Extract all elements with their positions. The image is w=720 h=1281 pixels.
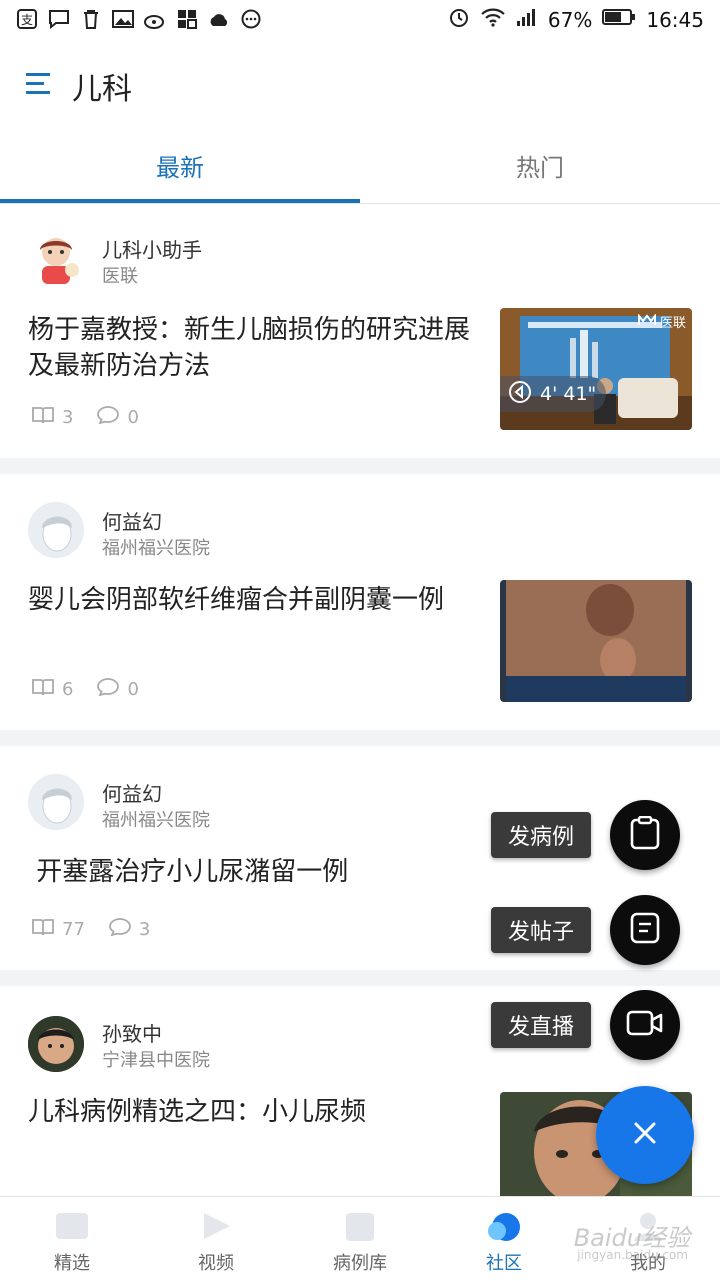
post-title[interactable]: 婴儿会阴部软纤维瘤合并副阴囊一例 <box>28 582 488 618</box>
post-stats: 3 0 <box>32 406 155 429</box>
menu-icon[interactable] <box>26 72 52 96</box>
book-icon <box>32 406 54 429</box>
post-thumbnail[interactable] <box>500 580 692 702</box>
avatar <box>28 774 84 830</box>
card-separator <box>0 730 720 746</box>
video-camera-icon <box>626 1009 664 1041</box>
status-indicators: 67% 16:45 <box>448 6 704 33</box>
author-name[interactable]: 孙致中 <box>102 1018 162 1047</box>
author-name[interactable]: 何益幻 <box>102 778 162 807</box>
video-thumbnail[interactable]: 医联 4' 41" <box>500 308 692 430</box>
post-stats: 77 3 <box>32 918 166 941</box>
clock-time: 16:45 <box>646 7 704 32</box>
tab-indicator <box>0 199 360 203</box>
comment-count: 0 <box>97 406 139 429</box>
message-icon <box>48 8 70 30</box>
create-case-button[interactable] <box>610 800 680 870</box>
thumb-brand: 医联 <box>637 312 686 331</box>
create-live-button[interactable] <box>610 990 680 1060</box>
post-card[interactable]: 儿科小助手 医联 杨于嘉教授：新生儿脑损伤的研究进展及最新防治方法 3 0 医联 <box>0 204 720 458</box>
read-count: 77 <box>32 918 85 941</box>
comment-icon <box>109 918 131 941</box>
book-icon <box>32 678 54 701</box>
post-stats: 6 0 <box>32 678 155 701</box>
read-count: 6 <box>32 678 73 701</box>
author-name[interactable]: 儿科小助手 <box>102 234 202 263</box>
comment-icon <box>97 678 120 701</box>
play-icon <box>508 380 532 409</box>
cloud-icon <box>208 8 230 30</box>
alipay-icon: 支 <box>16 8 38 30</box>
post-title[interactable]: 开塞露治疗小儿尿潴留一例 <box>28 854 488 890</box>
trash-icon <box>80 8 102 30</box>
tab-latest[interactable]: 最新 <box>0 128 360 203</box>
close-icon <box>633 1121 657 1149</box>
document-icon <box>630 912 660 948</box>
video-nav-icon <box>198 1209 234 1243</box>
battery-percent: 67% <box>547 7 593 32</box>
book-icon <box>32 918 54 941</box>
weibo-icon <box>144 8 166 30</box>
status-bar: 支 67% 16:45 <box>0 0 720 40</box>
battery-icon <box>602 7 636 32</box>
signal-icon <box>516 7 538 32</box>
close-fab-button[interactable] <box>596 1086 694 1184</box>
create-post-label[interactable]: 发帖子 <box>491 907 591 953</box>
author-org: 宁津县中医院 <box>102 1050 210 1071</box>
avatar <box>28 502 84 558</box>
nav-case-library[interactable]: 病例库 <box>288 1197 432 1281</box>
community-icon <box>486 1209 522 1243</box>
card-separator <box>0 458 720 474</box>
comment-count: 3 <box>109 918 150 941</box>
author-org: 福州福兴医院 <box>102 538 210 559</box>
watermark-url: jingyan.baidu.com <box>577 1248 688 1262</box>
featured-icon <box>54 1209 90 1243</box>
post-title[interactable]: 儿科病例精选之四：小儿尿频 <box>28 1094 488 1130</box>
clipboard-icon <box>630 815 660 854</box>
avatar <box>28 1016 84 1072</box>
yilian-logo-icon <box>637 312 656 330</box>
video-duration-badge: 4' 41" <box>500 376 607 412</box>
comment-icon <box>97 406 120 429</box>
wifi-icon <box>480 7 506 32</box>
nav-community[interactable]: 社区 <box>432 1197 576 1281</box>
image-icon <box>112 8 134 30</box>
avatar <box>28 230 84 286</box>
alarm-icon <box>448 6 470 33</box>
nav-featured[interactable]: 精选 <box>0 1197 144 1281</box>
card-separator <box>0 970 720 986</box>
clinical-photo <box>500 580 692 702</box>
tab-bar: 最新 热门 <box>0 128 720 204</box>
post-card[interactable]: 何益幻 福州福兴医院 婴儿会阴部软纤维瘤合并副阴囊一例 6 0 <box>0 474 720 730</box>
create-case-label[interactable]: 发病例 <box>491 812 591 858</box>
nav-video[interactable]: 视频 <box>144 1197 288 1281</box>
author-org: 福州福兴医院 <box>102 810 210 831</box>
create-post-button[interactable] <box>610 895 680 965</box>
apps-icon <box>176 8 198 30</box>
page-title: 儿科 <box>72 72 132 107</box>
create-live-label[interactable]: 发直播 <box>491 1002 591 1048</box>
svg-text:支: 支 <box>21 13 33 27</box>
post-title[interactable]: 杨于嘉教授：新生儿脑损伤的研究进展及最新防治方法 <box>28 312 488 384</box>
read-count: 3 <box>32 406 73 429</box>
tab-hot[interactable]: 热门 <box>360 128 720 203</box>
case-library-icon <box>342 1209 378 1243</box>
more-icon <box>240 8 262 30</box>
author-org: 医联 <box>102 266 138 287</box>
author-name[interactable]: 何益幻 <box>102 506 162 535</box>
notification-icons: 支 <box>16 8 262 30</box>
comment-count: 0 <box>97 678 139 701</box>
